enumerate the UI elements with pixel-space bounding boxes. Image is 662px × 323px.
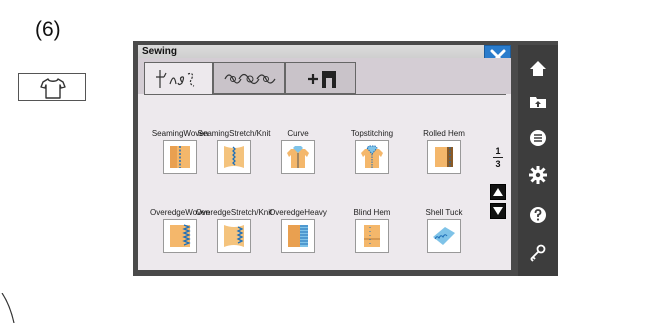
collar-shirt-icon (287, 146, 309, 168)
settings-button[interactable] (526, 163, 550, 187)
overedge-woven-icon (170, 224, 191, 247)
rolled-hem-icon (435, 147, 453, 167)
stitch-shell-tuck[interactable]: Shell Tuck (414, 199, 474, 253)
menu-icon (530, 130, 546, 146)
settings-icon (529, 166, 547, 184)
stitch-label: Overedge Stretch/Knit (195, 208, 273, 217)
page-fraction-bar (493, 157, 503, 158)
stitch-image (217, 140, 251, 174)
decorative-curve (1, 293, 15, 323)
add-stitch-icon (308, 71, 336, 88)
stitch-label: Topstitching (350, 129, 394, 138)
overedge-heavy-icon (288, 225, 308, 247)
garment-button[interactable] (18, 73, 86, 101)
help-icon (530, 207, 546, 223)
stitch-label: Shell Tuck (425, 208, 463, 217)
key-button[interactable] (526, 240, 550, 264)
page-down-button[interactable] (490, 203, 506, 219)
stitch-image (281, 140, 315, 174)
tab-decorative-stitches[interactable] (213, 62, 285, 94)
stitch-label: Curve (287, 129, 309, 138)
shirt-icon (40, 78, 66, 99)
page-total: 3 (495, 159, 501, 169)
page-up-button[interactable] (490, 184, 506, 200)
fabric-seam-icon (170, 146, 190, 168)
stitch-image (427, 219, 461, 253)
utility-stitch-icon (156, 70, 195, 88)
stitch-blind-hem[interactable]: Blind Hem (342, 199, 402, 253)
stitch-image (163, 140, 197, 174)
blind-hem-icon (364, 225, 380, 247)
tab-add-stitch[interactable] (285, 62, 356, 94)
stitch-label: Seaming Stretch/Knit (197, 129, 271, 138)
stitch-label: Blind Hem (353, 208, 391, 217)
screen-title: Sewing (138, 45, 511, 58)
stitch-label: Rolled Hem (423, 129, 465, 138)
shirt-topstitch-icon (361, 145, 383, 168)
home-icon (530, 61, 546, 76)
stitch-image (217, 219, 251, 253)
tab-divider (144, 94, 506, 95)
stitch-image (163, 219, 197, 253)
decorative-stitch-icon (224, 73, 276, 85)
step-number: (6) (35, 18, 61, 41)
triangle-down-icon (493, 207, 503, 215)
home-button[interactable] (526, 57, 550, 81)
stitch-label: Overedge Heavy (269, 208, 327, 217)
stitch-rolled-hem[interactable]: Rolled Hem (414, 120, 474, 174)
stitch-image (355, 219, 389, 253)
key-icon (530, 244, 546, 262)
triangle-up-icon (493, 188, 503, 196)
folder-icon (530, 97, 546, 108)
page-indicator: 1 3 (490, 146, 506, 169)
stitch-overedge-heavy[interactable]: Overedge Heavy (268, 199, 328, 253)
menu-button[interactable] (526, 126, 550, 150)
page-current: 1 (495, 146, 501, 156)
fabric-knit-icon (224, 146, 244, 168)
overedge-knit-icon (224, 225, 244, 247)
stitch-curve[interactable]: Curve (268, 120, 328, 174)
folder-button[interactable] (526, 90, 550, 114)
stitch-image (281, 219, 315, 253)
stitch-topstitching[interactable]: Topstitching (342, 120, 402, 174)
stitch-overedge-stretch-knit[interactable]: Overedge Stretch/Knit (195, 199, 273, 253)
tab-utility-stitches[interactable] (144, 62, 213, 95)
stitch-image (355, 140, 389, 174)
shell-tuck-icon (433, 227, 455, 245)
stitch-seaming-stretch-knit[interactable]: Seaming Stretch/Knit (197, 120, 271, 174)
stitch-image (427, 140, 461, 174)
help-button[interactable] (526, 203, 550, 227)
